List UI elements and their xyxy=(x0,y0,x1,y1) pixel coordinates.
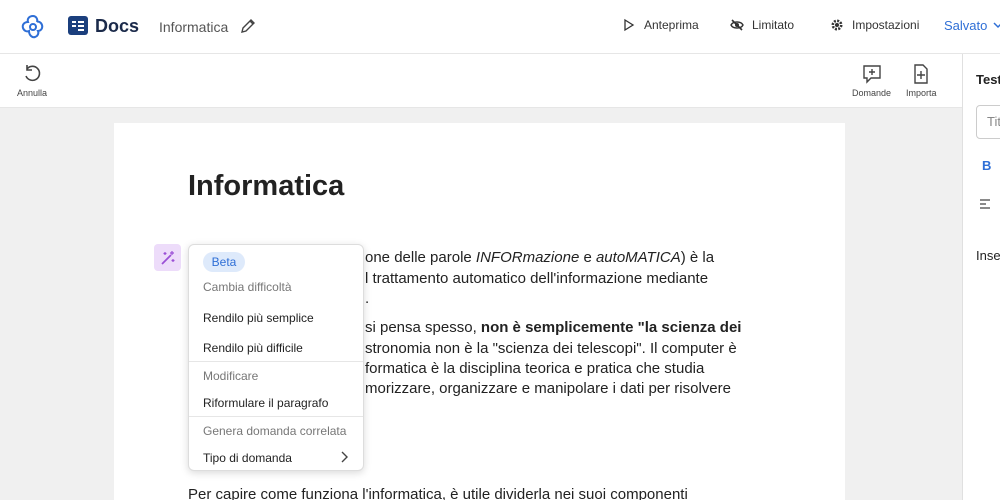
app-name: Docs xyxy=(95,16,140,36)
top-bar: Docs Informatica Anteprima Limitato Impo… xyxy=(0,0,1000,54)
pencil-icon[interactable] xyxy=(240,18,256,34)
undo-icon xyxy=(25,65,41,82)
paragraph-line[interactable]: one delle parole INFORmazione e autoMATI… xyxy=(365,249,714,266)
questions-label: Domande xyxy=(852,88,892,98)
menu-item-simpler[interactable]: Rendilo più semplice xyxy=(203,311,314,325)
app-logo-icon[interactable] xyxy=(20,13,46,41)
undo-label: Annulla xyxy=(17,88,48,98)
import-file-icon xyxy=(914,64,928,84)
paragraph-line[interactable]: . xyxy=(365,290,369,307)
editor-toolbar: Annulla Domande Importa xyxy=(0,54,962,108)
paragraph-line[interactable]: morizzare, organizzare e manipolare i da… xyxy=(365,380,731,397)
ai-assist-button[interactable] xyxy=(154,244,181,271)
import-button[interactable]: Importa xyxy=(906,64,937,98)
menu-item-question-type[interactable]: Tipo di domanda xyxy=(203,451,292,465)
questions-button[interactable]: Domande xyxy=(852,64,891,98)
panel-title: Testo xyxy=(976,72,1000,87)
ai-assist-menu: Beta Cambia difficoltà Rendilo più sempl… xyxy=(188,244,364,471)
chevron-right-icon xyxy=(341,451,348,463)
save-status[interactable]: Salvato xyxy=(944,18,987,33)
menu-divider xyxy=(189,361,363,362)
bold-button[interactable]: B xyxy=(982,158,991,173)
beta-badge: Beta xyxy=(203,252,245,272)
menu-divider xyxy=(189,416,363,417)
title-input[interactable]: Titolo xyxy=(976,105,1000,139)
undo-button[interactable]: Annulla xyxy=(17,64,47,98)
paragraph-line[interactable]: l trattamento automatico dell'informazio… xyxy=(365,270,708,287)
chevron-down-icon[interactable] xyxy=(993,20,1000,30)
document-title[interactable]: Informatica xyxy=(188,170,344,203)
visibility-label: Limitato xyxy=(752,18,795,32)
play-icon xyxy=(624,18,635,32)
menu-section-modify: Modificare xyxy=(203,369,259,383)
gear-icon xyxy=(831,19,843,31)
docs-icon xyxy=(68,16,88,35)
align-left-icon[interactable] xyxy=(980,199,992,209)
magic-wand-icon xyxy=(160,250,174,265)
preview-label: Anteprima xyxy=(644,18,699,32)
menu-section-difficulty: Cambia difficoltà xyxy=(203,280,292,294)
document-name[interactable]: Informatica xyxy=(159,19,228,35)
add-question-icon xyxy=(862,65,881,84)
text-properties-panel: Testo Titolo B Inserisci xyxy=(962,54,1000,500)
paragraph-line[interactable]: Per capire come funziona l'informatica, … xyxy=(188,486,688,500)
import-label: Importa xyxy=(906,88,937,98)
paragraph-line[interactable]: si pensa spesso, non è semplicemente "la… xyxy=(365,319,741,336)
paragraph-line[interactable]: formatica è la disciplina teorica e prat… xyxy=(365,360,704,377)
menu-item-rephrase[interactable]: Riformulare il paragrafo xyxy=(203,396,328,410)
menu-section-question: Genera domanda correlata xyxy=(203,424,347,438)
paragraph-line[interactable]: stronomia non è la "scienza dei telescop… xyxy=(365,340,737,357)
preview-button[interactable]: Anteprima xyxy=(622,18,699,32)
eye-off-icon xyxy=(730,19,744,31)
visibility-button[interactable]: Limitato xyxy=(730,18,794,32)
settings-button[interactable]: Impostazioni xyxy=(830,18,919,32)
insert-label: Inserisci xyxy=(976,248,1000,263)
menu-item-harder[interactable]: Rendilo più difficile xyxy=(203,341,303,355)
settings-label: Impostazioni xyxy=(852,18,920,32)
